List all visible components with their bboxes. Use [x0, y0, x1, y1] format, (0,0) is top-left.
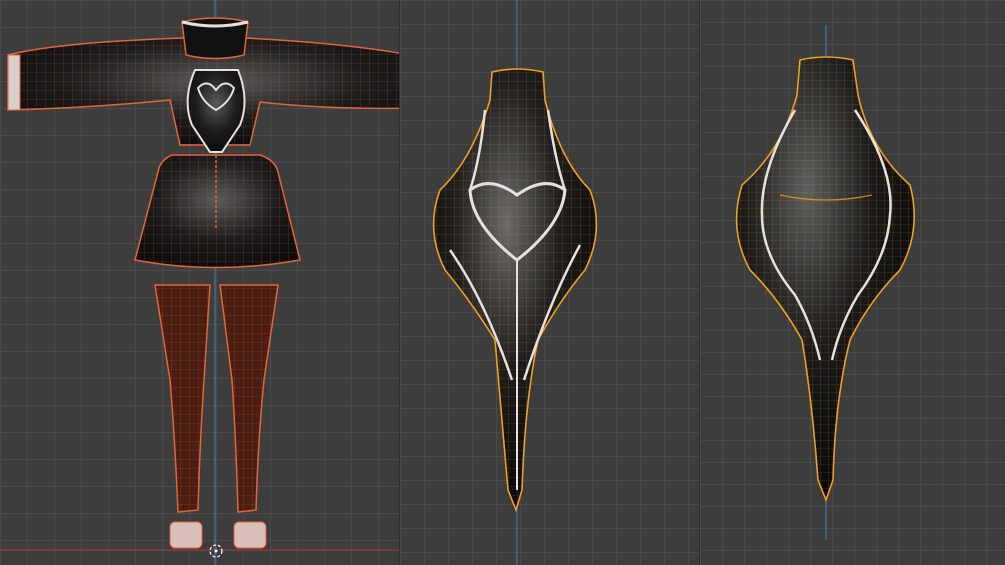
- right-stocking-mesh[interactable]: [219, 284, 279, 549]
- bodysuit-front-mesh[interactable]: [432, 68, 598, 513]
- viewport-full-outfit[interactable]: [0, 0, 400, 565]
- viewport-bodysuit-back[interactable]: [700, 0, 1005, 565]
- bodysuit-back-mesh[interactable]: [735, 56, 915, 503]
- 3d-cursor-icon[interactable]: [209, 544, 223, 558]
- skirt-mesh[interactable]: [134, 154, 301, 269]
- collar-mesh[interactable]: [181, 17, 249, 60]
- viewport-bodysuit-front[interactable]: [400, 0, 700, 565]
- left-stocking-mesh[interactable]: [154, 284, 211, 549]
